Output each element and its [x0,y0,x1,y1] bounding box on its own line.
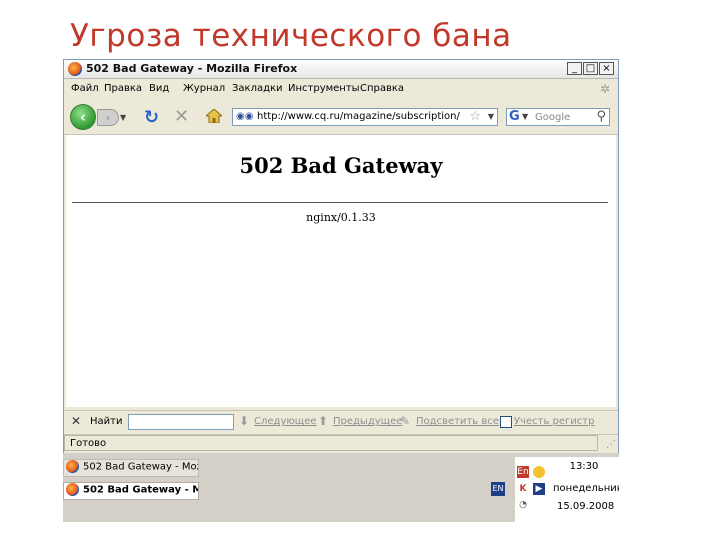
taskbar-button-label: 502 Bad Gateway - M... [83,484,198,496]
slide-title: Угроза технического бана [70,18,512,54]
arrow-right-icon: › [105,111,111,124]
status-bar: Готово ⋰ [64,434,618,453]
history-dropdown-icon[interactable]: ▼ [120,113,126,122]
taskbar-button-active[interactable]: 502 Bad Gateway - M... [63,482,199,500]
network-icon[interactable]: ◔ [517,499,529,511]
antivirus-icon[interactable]: K [517,483,529,495]
menu-bar: Файл Правка Вид Журнал Закладки Инструме… [64,79,618,99]
forward-button[interactable]: › [97,109,119,126]
error-heading: 502 Bad Gateway [239,153,443,178]
firefox-icon [68,62,82,76]
find-previous-button[interactable]: Предыдущее [333,416,402,427]
stop-icon[interactable]: ✕ [174,106,189,127]
menu-history[interactable]: Журнал [183,83,225,94]
highlight-icon: ✎ [400,414,411,428]
firefox-icon [66,483,79,496]
arrow-down-icon: ⬇ [239,414,250,428]
date: 15.09.2008 [557,501,615,512]
menu-file[interactable]: Файл [71,83,99,94]
navigation-toolbar: ‹ › ▼ ↻ ✕ ◉◉ http://www.cq.ru/magazine/s… [64,100,618,135]
throbber-icon: ✲ [599,82,610,96]
minimize-button[interactable]: _ [567,62,582,75]
firefox-icon [66,460,79,473]
server-signature: nginx/0.1.33 [306,211,376,224]
taskbar-button[interactable]: 502 Bad Gateway - Mozil... [63,459,199,477]
menu-edit[interactable]: Правка [104,83,142,94]
menu-view[interactable]: Вид [149,83,169,94]
status-panel [64,435,598,451]
site-favicon-icon: ◉◉ [236,111,254,122]
find-next-button[interactable]: Следующее [254,416,317,427]
menu-bookmarks[interactable]: Закладки [232,83,283,94]
media-player-icon[interactable]: ▶ [533,483,545,495]
language-tray-icon[interactable]: En [517,466,529,478]
close-button[interactable]: × [599,62,614,75]
language-indicator[interactable]: EN [491,482,505,496]
content-edge [616,135,618,407]
url-dropdown-icon[interactable]: ▼ [488,112,494,121]
system-tray: En K ▶ ◔ 13:30 понедельник 15.09.2008 [515,457,619,522]
page-content: 502 Bad Gateway nginx/0.1.33 [66,135,616,407]
menu-tools[interactable]: Инструменты [288,83,360,94]
reload-icon[interactable]: ↻ [144,107,159,128]
match-case-label[interactable]: Учесть регистр [514,416,594,427]
taskbar-button-label: 502 Bad Gateway - Mozil... [83,461,198,473]
back-button[interactable]: ‹ [70,104,96,130]
divider [72,202,608,203]
weekday: понедельник [553,483,619,494]
menu-help[interactable]: Справка [360,83,404,94]
find-input[interactable] [128,414,234,430]
browser-screenshot: 502 Bad Gateway - Mozilla Firefox _ □ × … [63,59,619,522]
clock[interactable]: 13:30 [549,461,619,472]
title-bar[interactable]: 502 Bad Gateway - Mozilla Firefox _ □ × [64,60,618,79]
find-label: Найти [90,416,123,427]
search-box[interactable]: G ▼ Google ⚲ [506,108,610,126]
close-findbar-icon[interactable]: ✕ [71,414,81,428]
google-icon[interactable]: G [509,109,520,124]
maximize-button[interactable]: □ [583,62,598,75]
search-placeholder: Google [535,112,571,123]
update-icon[interactable] [533,466,545,478]
firefox-window: 502 Bad Gateway - Mozilla Firefox _ □ × … [63,59,619,453]
url-text: http://www.cq.ru/magazine/subscription/ [257,111,460,122]
search-engine-dropdown-icon[interactable]: ▼ [522,112,528,121]
address-bar[interactable]: ◉◉ http://www.cq.ru/magazine/subscriptio… [232,108,498,126]
search-icon[interactable]: ⚲ [596,109,606,124]
match-case-checkbox[interactable] [500,416,512,428]
window-title: 502 Bad Gateway - Mozilla Firefox [86,62,298,75]
window-controls: _ □ × [567,62,614,75]
resize-grip-icon[interactable]: ⋰ [606,439,616,450]
status-text: Готово [70,438,107,449]
arrow-left-icon: ‹ [79,108,87,126]
bookmark-star-icon[interactable]: ☆ [469,109,481,124]
arrow-up-icon: ⬆ [318,414,329,428]
highlight-all-button[interactable]: Подсветить все [416,416,499,427]
home-icon[interactable] [206,109,222,123]
find-bar: ✕ Найти ⬇ Следующее ⬆ Предыдущее ✎ Подсв… [64,410,618,433]
